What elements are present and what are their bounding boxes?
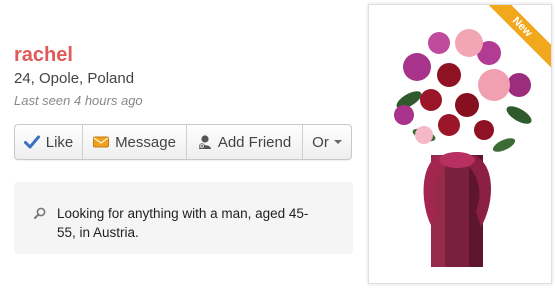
check-icon	[23, 135, 40, 149]
add-friend-button[interactable]: Add Friend	[187, 125, 303, 159]
or-dropdown-button[interactable]: Or	[303, 125, 351, 159]
message-label: Message	[115, 133, 176, 151]
add-friend-label: Add Friend	[217, 133, 292, 151]
user-add-icon	[198, 134, 212, 150]
or-label: Or	[312, 133, 329, 151]
like-button[interactable]: Like	[15, 125, 83, 159]
profile-name: rachel	[14, 44, 73, 66]
chevron-down-icon	[333, 140, 342, 144]
looking-for-text: Looking for anything with a man, aged 45…	[57, 206, 309, 240]
profile-location: 24, Opole, Poland	[14, 70, 135, 87]
action-button-group: Like Message Add Friend Or	[14, 124, 352, 160]
message-button[interactable]: Message	[83, 125, 187, 159]
like-label: Like	[45, 133, 74, 151]
search-icon	[34, 206, 46, 224]
envelope-icon	[93, 136, 110, 148]
looking-for-box: Looking for anything with a man, aged 45…	[14, 182, 353, 254]
last-seen: Last seen 4 hours ago	[14, 93, 143, 108]
profile-photo[interactable]: New	[368, 4, 552, 284]
flower-bouquet-image	[394, 29, 532, 267]
